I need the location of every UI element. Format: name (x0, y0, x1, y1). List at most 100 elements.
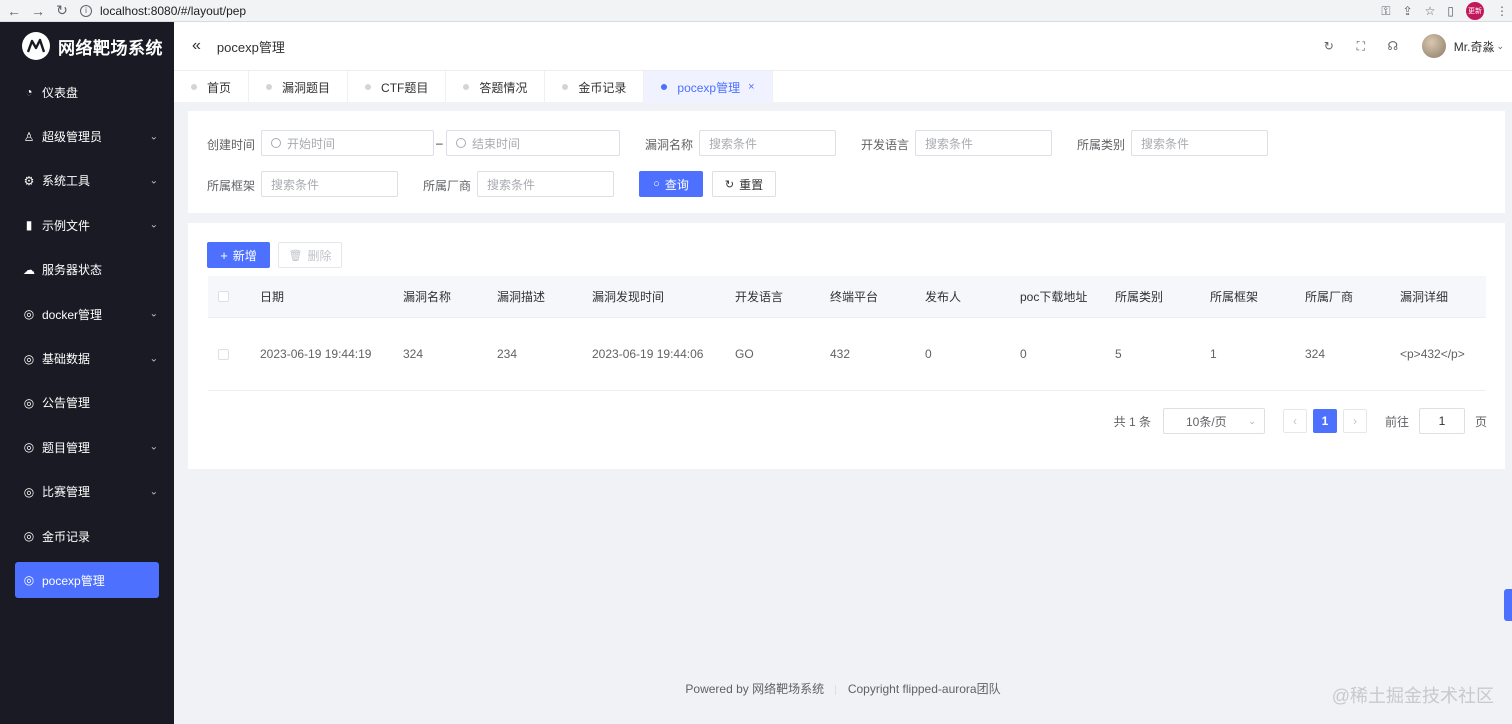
reset-button[interactable]: ↻ 重置 (712, 171, 776, 197)
sidebar-item-10[interactable]: ◎ 金币记录 (0, 514, 174, 558)
vuln-name-input[interactable]: 搜索条件 (699, 130, 836, 156)
column-header[interactable]: 漏洞描述 (497, 276, 545, 317)
add-button[interactable]: + 新增 (207, 242, 270, 268)
compass-icon: ◎ (23, 573, 35, 588)
close-icon[interactable]: × (748, 81, 754, 93)
chevron-down-icon: ⌄ (1248, 415, 1256, 426)
prev-page-button[interactable]: ‹ (1282, 409, 1307, 433)
column-header[interactable]: 日期 (260, 276, 284, 317)
page-size-select[interactable]: 10条/页 ⌄ (1162, 408, 1265, 434)
compass-icon: ◎ (23, 440, 35, 455)
table-cell: 2023-06-19 19:44:19 (260, 347, 372, 361)
address-bar[interactable]: i localhost:8080/#/layout/pep (80, 1, 246, 21)
sidepanel-icon[interactable]: ▯ (1447, 4, 1454, 18)
username-dropdown[interactable]: Mr.奇淼 (1454, 38, 1495, 55)
page-number-button[interactable]: 1 (1312, 409, 1337, 433)
url-text[interactable]: localhost:8080/#/layout/pep (100, 4, 246, 18)
powered-by-link[interactable]: 网络靶场系统 (752, 682, 824, 696)
sidebar-item-9[interactable]: ◎ 比赛管理 ⌄ (0, 470, 174, 514)
tab-2[interactable]: CTF题目 (348, 71, 447, 103)
sidebar-item-0[interactable]: ◔ 仪表盘 (0, 70, 174, 114)
user-icon: ♙ (23, 129, 35, 144)
tab-3[interactable]: 答题情况 (446, 71, 546, 103)
tab-4[interactable]: 金币记录 (545, 71, 645, 103)
star-icon[interactable]: ☆ (1425, 4, 1436, 18)
tab-5[interactable]: pocexp管理 × (644, 71, 773, 103)
table-cell: 234 (497, 347, 518, 361)
select-all-checkbox[interactable] (218, 291, 229, 302)
chevron-down-icon[interactable]: ⌄ (1496, 41, 1504, 52)
column-header[interactable]: 所属框架 (1210, 276, 1258, 317)
goto-page-input[interactable]: 1 (1418, 408, 1465, 434)
share-icon[interactable]: ⇪ (1403, 4, 1413, 18)
framework-input[interactable]: 搜索条件 (261, 171, 398, 197)
copyright-link[interactable]: flipped-aurora团队 (903, 682, 1001, 696)
table-cell: <p>432</p> (1400, 347, 1465, 361)
fullscreen-icon[interactable]: ⛶ (1354, 39, 1368, 53)
dev-lang-input[interactable]: 搜索条件 (915, 130, 1052, 156)
sidebar-item-4[interactable]: ☁ 服务器状态 (0, 248, 174, 292)
sidebar-item-label: 题目管理 (42, 440, 91, 455)
avatar[interactable] (1421, 34, 1446, 58)
table-row[interactable]: 2023-06-19 19:44:19 324 234 2023-06-19 19:4… (208, 318, 1486, 391)
sidebar-item-5[interactable]: ◎ docker管理 ⌄ (0, 292, 174, 336)
compass-icon: ◎ (23, 484, 35, 499)
sidebar-item-2[interactable]: ⚙ 系统工具 ⌄ (0, 159, 174, 203)
app-logo[interactable]: 网络靶场系统 (0, 22, 174, 70)
sidebar-item-label: 比赛管理 (42, 485, 91, 500)
sidebar-item-6[interactable]: ◎ 基础数据 ⌄ (0, 336, 174, 380)
compass-icon: ◎ (23, 351, 35, 366)
chevron-down-icon: ⌄ (149, 486, 158, 498)
refresh-icon: ↻ (724, 178, 735, 191)
sidebar-item-1[interactable]: ♙ 超级管理员 ⌄ (0, 114, 174, 158)
table-body: 2023-06-19 19:44:19 324 234 2023-06-19 19:4… (208, 318, 1486, 391)
sidebar-item-7[interactable]: ◎ 公告管理 (0, 381, 174, 425)
table-cell: 432 (830, 347, 851, 361)
column-header[interactable]: 终端平台 (830, 276, 878, 317)
logo-icon (22, 32, 50, 60)
search-icon: ○ (653, 178, 660, 190)
trash-icon: 🗑 (288, 249, 303, 262)
column-header[interactable]: 漏洞发现时间 (592, 276, 664, 317)
tab-dot-icon (266, 84, 273, 90)
column-header[interactable]: 开发语言 (735, 276, 783, 317)
row-checkbox[interactable] (218, 348, 229, 360)
sidebar-item-3[interactable]: ▮ 示例文件 ⌄ (0, 203, 174, 247)
chevron-down-icon: ⌄ (149, 175, 158, 187)
query-button[interactable]: ○ 查询 (639, 171, 703, 197)
sidebar-item-11[interactable]: ◎ pocexp管理 (15, 562, 159, 599)
delete-button[interactable]: 🗑 删除 (278, 242, 342, 268)
key-icon[interactable]: ⚿ (1381, 4, 1390, 19)
plus-icon: + (220, 247, 228, 263)
vendor-input[interactable]: 搜索条件 (477, 171, 614, 197)
tab-dot-icon (463, 84, 470, 90)
tab-1[interactable]: 漏洞题目 (249, 71, 349, 103)
column-header[interactable]: 所属类别 (1115, 276, 1163, 317)
start-time-input[interactable]: 开始时间 (261, 130, 434, 156)
column-header[interactable]: 发布人 (925, 276, 961, 317)
site-info-icon[interactable]: i (80, 4, 92, 17)
tab-0[interactable]: 首页 (174, 71, 250, 103)
reload-icon[interactable]: ↻ (52, 1, 72, 21)
headset-icon[interactable]: ☊ (1386, 39, 1400, 53)
sidebar-item-label: 金币记录 (42, 529, 91, 544)
settings-drawer-handle[interactable] (1504, 589, 1512, 621)
refresh-icon[interactable]: ↻ (1322, 39, 1336, 53)
back-icon[interactable]: ← (4, 1, 24, 21)
browser-actions: ⚿ ⇪ ☆ ▯ 更新 ⋮ (1381, 0, 1508, 22)
more-icon[interactable]: ⋮ (1496, 4, 1508, 18)
collapse-sidebar-icon[interactable]: « (192, 37, 201, 55)
created-time-label: 创建时间 (207, 138, 256, 152)
pagination: 共 1 条 10条/页 ⌄ ‹ 1 › 前往 1 页 (1114, 408, 1487, 434)
next-page-button[interactable]: › (1342, 409, 1367, 433)
column-header[interactable]: 漏洞名称 (403, 276, 451, 317)
column-header[interactable]: 所属厂商 (1305, 276, 1353, 317)
category-input[interactable]: 搜索条件 (1131, 130, 1268, 156)
profile-avatar[interactable]: 更新 (1466, 2, 1484, 20)
forward-icon[interactable]: → (28, 1, 48, 21)
end-time-input[interactable]: 结束时间 (446, 130, 620, 156)
column-header[interactable]: poc下载地址 (1020, 276, 1087, 317)
column-header[interactable]: 漏洞详细 (1400, 276, 1448, 317)
sidebar-item-label: 示例文件 (42, 218, 91, 233)
sidebar-item-8[interactable]: ◎ 题目管理 ⌄ (0, 425, 174, 469)
